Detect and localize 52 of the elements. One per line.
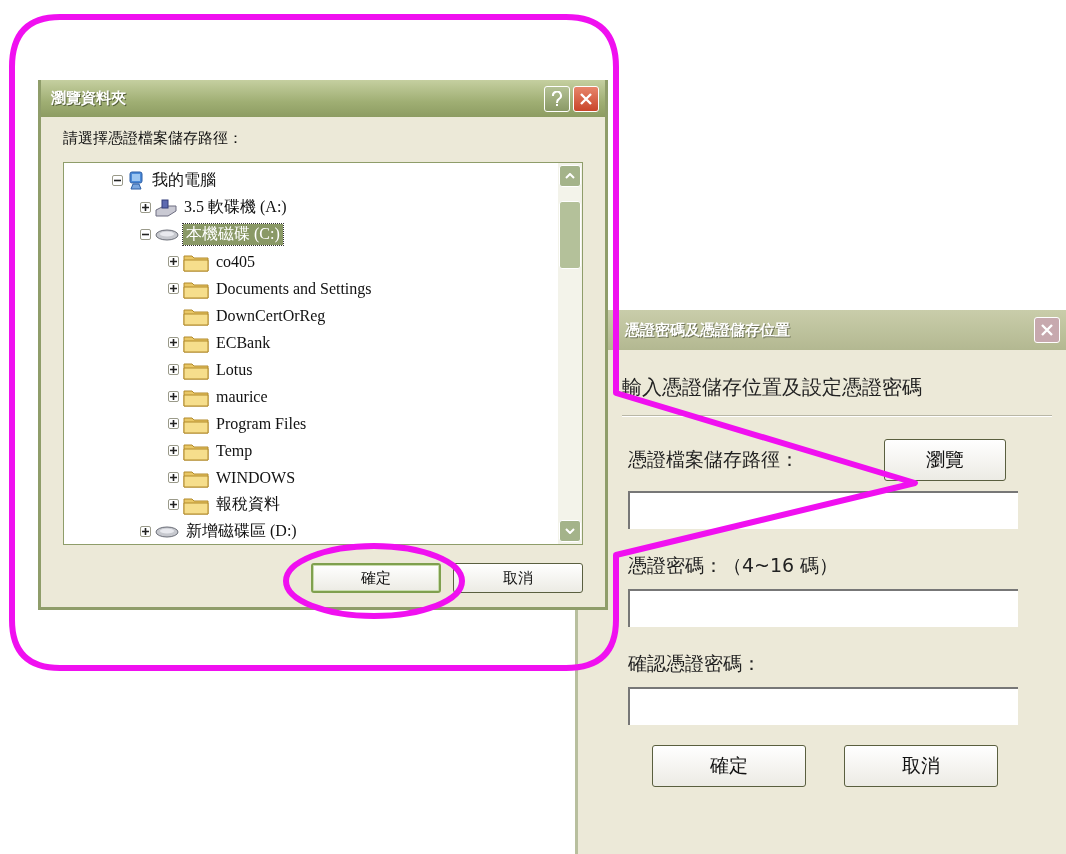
help-icon xyxy=(551,90,563,107)
tree-item[interactable]: Documents and Settings xyxy=(213,279,375,298)
dialog-button[interactable]: 取消 xyxy=(453,563,583,593)
window-title: 瀏覽資料夾 xyxy=(51,89,126,108)
dialog-button[interactable]: 取消 xyxy=(844,745,998,787)
expand-icon[interactable] xyxy=(168,364,179,375)
tree-item[interactable]: maurice xyxy=(213,387,271,406)
computer-icon xyxy=(127,170,145,191)
help-button[interactable] xyxy=(544,85,570,112)
expand-icon[interactable] xyxy=(168,391,179,402)
scroll-thumb[interactable] xyxy=(559,201,581,269)
dialog-button[interactable]: 確定 xyxy=(311,563,441,593)
expand-icon[interactable] xyxy=(140,202,151,213)
tree-item[interactable]: ECBank xyxy=(213,333,274,352)
window-title: 憑證密碼及憑證儲存位置 xyxy=(625,320,790,340)
scrollbar[interactable] xyxy=(558,163,582,544)
dialog-button[interactable]: 確定 xyxy=(652,745,806,787)
close-button[interactable] xyxy=(573,85,599,112)
field-label: 確認憑證密碼： xyxy=(628,651,762,676)
field-label: 憑證密碼：（4~16 碼） xyxy=(628,553,840,578)
tree-item[interactable]: 3.5 軟碟機 (A:) xyxy=(181,197,290,218)
input-field[interactable] xyxy=(628,687,1018,725)
expand-icon[interactable] xyxy=(168,418,179,429)
browse-button[interactable]: 瀏覽 xyxy=(884,439,1006,481)
expand-icon[interactable] xyxy=(168,499,179,510)
close-icon xyxy=(1041,324,1053,336)
tree-item[interactable]: Temp xyxy=(213,441,256,460)
expand-icon[interactable] xyxy=(168,256,179,267)
input-field[interactable] xyxy=(628,589,1018,627)
tree-item[interactable]: 新增磁碟區 (D:) xyxy=(183,521,300,542)
tree-item[interactable]: 報稅資料 xyxy=(213,494,283,515)
collapse-icon[interactable] xyxy=(112,175,123,186)
expand-icon[interactable] xyxy=(168,337,179,348)
expand-icon[interactable] xyxy=(168,445,179,456)
tree-item[interactable]: Program Files xyxy=(213,414,310,433)
prompt-text: 請選擇憑證檔案儲存路徑： xyxy=(63,129,244,148)
disk-drive-icon xyxy=(155,524,179,539)
close-icon xyxy=(580,92,592,105)
tree-item[interactable]: co405 xyxy=(213,252,259,271)
tree-item[interactable]: Lotus xyxy=(213,360,256,379)
tree-item[interactable]: 我的電腦 xyxy=(149,170,219,191)
expand-icon[interactable] xyxy=(140,526,151,537)
collapse-icon[interactable] xyxy=(140,229,151,240)
input-field[interactable] xyxy=(628,491,1018,529)
disk-drive-icon xyxy=(155,227,179,242)
dialog-heading: 輸入憑證儲存位置及設定憑證密碼 xyxy=(622,374,923,401)
floppy-drive-icon xyxy=(155,198,177,217)
field-label: 憑證檔案儲存路徑： xyxy=(628,447,799,472)
tree-item[interactable]: WINDOWS xyxy=(213,468,299,487)
tree-item[interactable]: DownCertOrReg xyxy=(213,306,329,325)
expand-icon[interactable] xyxy=(168,283,179,294)
expand-icon[interactable] xyxy=(168,472,179,483)
